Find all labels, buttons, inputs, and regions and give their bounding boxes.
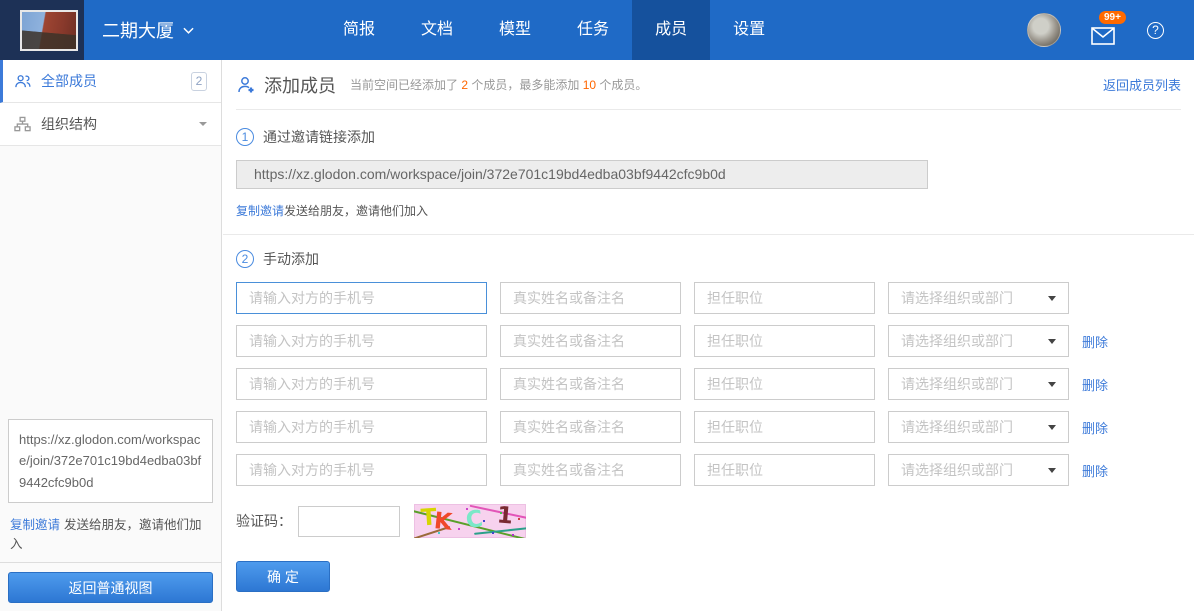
member-rows: 请选择组织或部门 请选择组织或部门 删除 请选择组织或部门: [236, 282, 1181, 486]
sidebar-item-org-structure[interactable]: 组织结构: [0, 103, 221, 146]
caret-down-icon: [1048, 339, 1056, 348]
member-row: 请选择组织或部门 删除: [236, 368, 1181, 400]
sidebar: 全部成员 2 组织结构 https://xz.glodon.com/worksp…: [0, 60, 222, 611]
invite-section-title: 通过邀请链接添加: [263, 127, 375, 147]
captcha-label: 验证码：: [236, 511, 292, 531]
job-title-input[interactable]: [694, 282, 875, 314]
phone-input[interactable]: [236, 454, 487, 486]
sidebar-item-label: 全部成员: [41, 71, 97, 91]
envelope-icon: [1091, 27, 1115, 45]
tab-documents[interactable]: 文档: [398, 0, 476, 60]
org-select[interactable]: 请选择组织或部门: [888, 325, 1069, 357]
header-actions: 99+ ?: [1027, 0, 1164, 60]
caret-down-icon: [1048, 296, 1056, 305]
member-count-badge: 2: [191, 72, 207, 91]
captcha-char: K: [433, 508, 453, 536]
org-select[interactable]: 请选择组织或部门: [888, 368, 1069, 400]
tab-models[interactable]: 模型: [476, 0, 554, 60]
confirm-button[interactable]: 确 定: [236, 561, 330, 592]
sidebar-item-all-members[interactable]: 全部成员 2: [0, 60, 221, 103]
captcha-input[interactable]: [298, 506, 400, 537]
org-select[interactable]: 请选择组织或部门: [888, 411, 1069, 443]
tab-settings[interactable]: 设置: [710, 0, 788, 60]
member-row: 请选择组织或部门 删除: [236, 411, 1181, 443]
back-to-member-list-link[interactable]: 返回成员列表: [1103, 75, 1181, 94]
copy-invite-link[interactable]: 复制邀请: [10, 518, 60, 532]
invite-url-text[interactable]: https://xz.glodon.com/workspace/join/372…: [8, 419, 213, 503]
workspace-name: 二期大厦: [102, 17, 174, 43]
name-input[interactable]: [500, 325, 681, 357]
step-1-badge: 1: [236, 128, 254, 146]
phone-input[interactable]: [236, 368, 487, 400]
people-icon: [14, 73, 31, 90]
sidebar-invite-panel: https://xz.glodon.com/workspace/join/372…: [0, 411, 221, 611]
caret-down-icon: [1048, 468, 1056, 477]
delete-row-link[interactable]: 删除: [1082, 461, 1108, 480]
workspace-thumbnail-image: [20, 10, 78, 51]
captcha-row: 验证码： T K C 1: [236, 504, 1181, 538]
member-row: 请选择组织或部门 删除: [236, 454, 1181, 486]
user-avatar[interactable]: [1027, 13, 1061, 47]
workspace-logo[interactable]: [0, 0, 84, 60]
org-select[interactable]: 请选择组织或部门: [888, 454, 1069, 486]
caret-down-icon: [1048, 425, 1056, 434]
name-input[interactable]: [500, 368, 681, 400]
member-quota-note: 当前空间已经添加了 2 个成员，最多能添加 10 个成员。: [350, 76, 647, 93]
delete-row-link[interactable]: 删除: [1082, 332, 1108, 351]
sidebar-item-label: 组织结构: [41, 114, 97, 134]
top-header: 二期大厦 简报 文档 模型 任务 成员 设置 99+ ?: [0, 0, 1194, 60]
org-chart-icon: [14, 116, 31, 133]
delete-row-link[interactable]: 删除: [1082, 418, 1108, 437]
tab-briefing[interactable]: 简报: [320, 0, 398, 60]
member-row: 请选择组织或部门: [236, 282, 1181, 314]
name-input[interactable]: [500, 411, 681, 443]
main-content: 添加成员 当前空间已经添加了 2 个成员，最多能添加 10 个成员。 返回成员列…: [223, 60, 1194, 611]
manual-section-title: 手动添加: [263, 249, 319, 269]
caret-down-icon[interactable]: [199, 122, 207, 130]
manual-add-section: 2 手动添加 请选择组织或部门 请选择组织或部门: [236, 235, 1181, 592]
job-title-input[interactable]: [694, 454, 875, 486]
back-to-normal-view-button[interactable]: 返回普通视图: [8, 572, 213, 603]
page-title: 添加成员: [264, 72, 336, 98]
delete-row-link[interactable]: 删除: [1082, 375, 1108, 394]
name-input[interactable]: [500, 454, 681, 486]
captcha-char: 1: [496, 504, 514, 530]
phone-input[interactable]: [236, 325, 487, 357]
invite-url-field[interactable]: https://xz.glodon.com/workspace/join/372…: [236, 160, 928, 189]
tab-tasks[interactable]: 任务: [554, 0, 632, 60]
max-member-count: 10: [583, 78, 596, 92]
help-icon[interactable]: ?: [1147, 22, 1164, 39]
job-title-input[interactable]: [694, 368, 875, 400]
copy-invite-link[interactable]: 复制邀请: [236, 204, 284, 218]
divider: [0, 562, 221, 563]
org-select[interactable]: 请选择组织或部门: [888, 282, 1069, 314]
main-nav: 简报 文档 模型 任务 成员 设置: [320, 0, 788, 60]
caret-down-icon: [1048, 382, 1056, 391]
chevron-down-icon: [183, 25, 194, 36]
add-member-icon: [236, 75, 256, 95]
step-2-badge: 2: [236, 250, 254, 268]
page-header: 添加成员 当前空间已经添加了 2 个成员，最多能添加 10 个成员。 返回成员列…: [236, 60, 1181, 110]
phone-input[interactable]: [236, 282, 487, 314]
tab-members[interactable]: 成员: [632, 0, 710, 60]
captcha-char: C: [464, 506, 484, 534]
job-title-input[interactable]: [694, 411, 875, 443]
captcha-image[interactable]: T K C 1: [414, 504, 526, 538]
phone-input[interactable]: [236, 411, 487, 443]
messages-button[interactable]: 99+: [1091, 13, 1117, 47]
name-input[interactable]: [500, 282, 681, 314]
invite-link-section: 1 通过邀请链接添加 https://xz.glodon.com/workspa…: [236, 110, 1181, 219]
copy-invite-hint: 发送给朋友，邀请他们加入: [284, 204, 428, 218]
workspace-switcher[interactable]: 二期大厦: [102, 17, 194, 43]
unread-count-badge: 99+: [1099, 11, 1126, 24]
member-row: 请选择组织或部门 删除: [236, 325, 1181, 357]
job-title-input[interactable]: [694, 325, 875, 357]
